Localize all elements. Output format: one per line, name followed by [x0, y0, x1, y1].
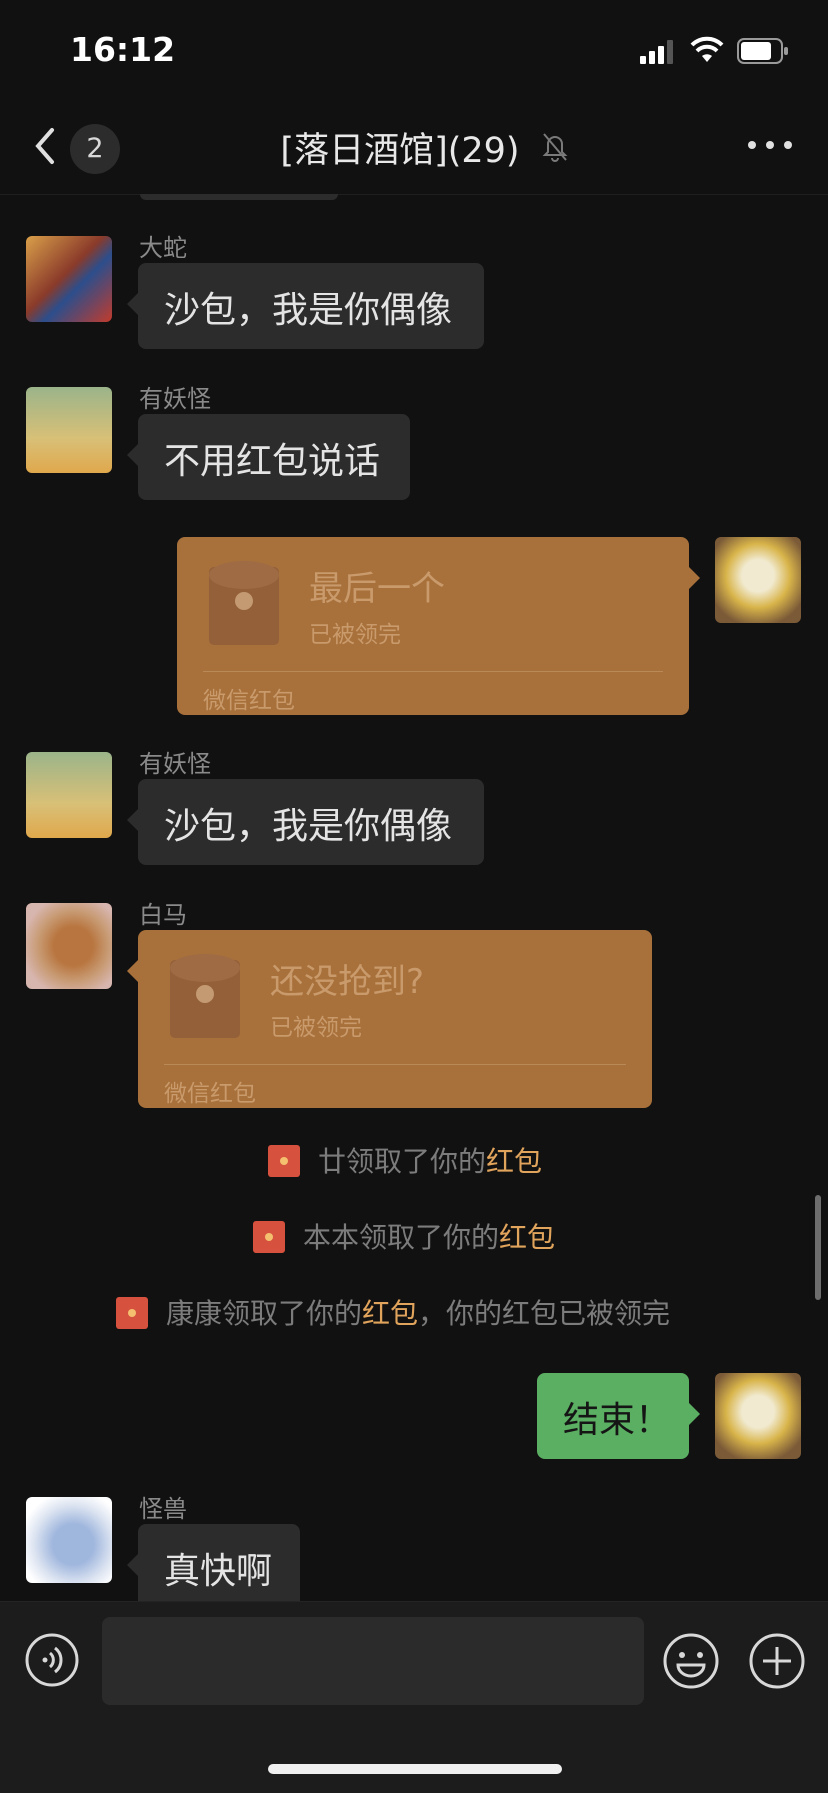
red-packet-icon	[268, 1145, 300, 1177]
scrollbar[interactable]	[815, 1195, 821, 1300]
message-text: 沙包，我是你偶像	[164, 806, 453, 847]
mute-bell-icon	[542, 133, 568, 162]
signal-icon	[640, 40, 673, 64]
red-packet-card[interactable]: 最后一个 已被领完 微信红包	[177, 537, 700, 715]
avatar[interactable]	[26, 236, 112, 322]
red-packet-title: 还没抢到?	[270, 962, 425, 1002]
divider	[203, 671, 663, 672]
notice-text: 康康领取了你的	[166, 1297, 363, 1330]
status-time: 16:12	[70, 30, 176, 69]
message-bubble[interactable]: 沙包，我是你偶像	[127, 263, 484, 349]
message-bubble[interactable]: 沙包，我是你偶像	[127, 779, 484, 865]
sender-name: 白马	[139, 901, 187, 929]
notice-text: 本本领取了你的	[303, 1221, 500, 1254]
notice-text: 廿领取了你的	[318, 1145, 487, 1178]
home-indicator[interactable]	[268, 1764, 562, 1774]
message-text: 真快啊	[164, 1551, 273, 1592]
plus-icon[interactable]	[748, 1632, 806, 1690]
red-packet-card[interactable]: 还没抢到? 已被领完 微信红包	[127, 930, 652, 1108]
sender-name: 大蛇	[139, 234, 187, 262]
unread-badge[interactable]: 2	[70, 124, 120, 174]
more-icon[interactable]	[740, 130, 800, 160]
red-packet-label: 微信红包	[164, 1081, 256, 1107]
avatar[interactable]	[26, 1497, 112, 1583]
message-bubble[interactable]: 不用红包说话	[127, 414, 410, 500]
sender-name: 有妖怪	[139, 750, 211, 778]
red-packet-envelope-icon	[170, 954, 240, 1038]
sender-name: 怪兽	[139, 1495, 187, 1523]
red-packet-status: 已被领完	[309, 622, 401, 648]
divider	[164, 1064, 626, 1065]
message-text: 结束！	[563, 1400, 672, 1441]
message-input[interactable]	[102, 1617, 644, 1705]
self-message-bubble[interactable]: 结束！	[537, 1373, 700, 1459]
voice-icon[interactable]	[24, 1632, 80, 1688]
previous-bubble-edge	[140, 194, 338, 200]
message-text: 沙包，我是你偶像	[164, 290, 453, 331]
avatar[interactable]	[26, 903, 112, 989]
wifi-icon	[690, 36, 724, 62]
notice-text: ，你的红包已被领完	[418, 1297, 671, 1330]
sender-name: 有妖怪	[139, 385, 211, 413]
red-packet-icon	[253, 1221, 285, 1253]
battery-icon	[737, 38, 788, 64]
red-packet-link[interactable]: 红包	[499, 1221, 555, 1254]
avatar[interactable]	[26, 387, 112, 473]
red-packet-icon	[116, 1297, 148, 1329]
emoji-icon[interactable]	[662, 1632, 720, 1690]
red-packet-status: 已被领完	[270, 1015, 362, 1041]
back-icon[interactable]	[28, 120, 62, 172]
system-notice: 廿领取了你的红包	[268, 1140, 542, 1180]
red-packet-envelope-icon	[209, 561, 279, 645]
system-notice: 康康领取了你的红包，你的红包已被领完	[116, 1292, 670, 1332]
message-bubble[interactable]: 真快啊	[127, 1524, 300, 1601]
red-packet-title: 最后一个	[309, 569, 445, 609]
self-avatar[interactable]	[715, 537, 801, 623]
system-notice: 本本领取了你的红包	[253, 1216, 555, 1256]
red-packet-link[interactable]: 红包	[486, 1145, 542, 1178]
avatar[interactable]	[26, 752, 112, 838]
self-avatar[interactable]	[715, 1373, 801, 1459]
red-packet-label: 微信红包	[203, 688, 295, 714]
chat-title-text: [落日酒馆](29)	[280, 131, 520, 171]
red-packet-link[interactable]: 红包	[362, 1297, 418, 1330]
message-text: 不用红包说话	[164, 441, 381, 482]
